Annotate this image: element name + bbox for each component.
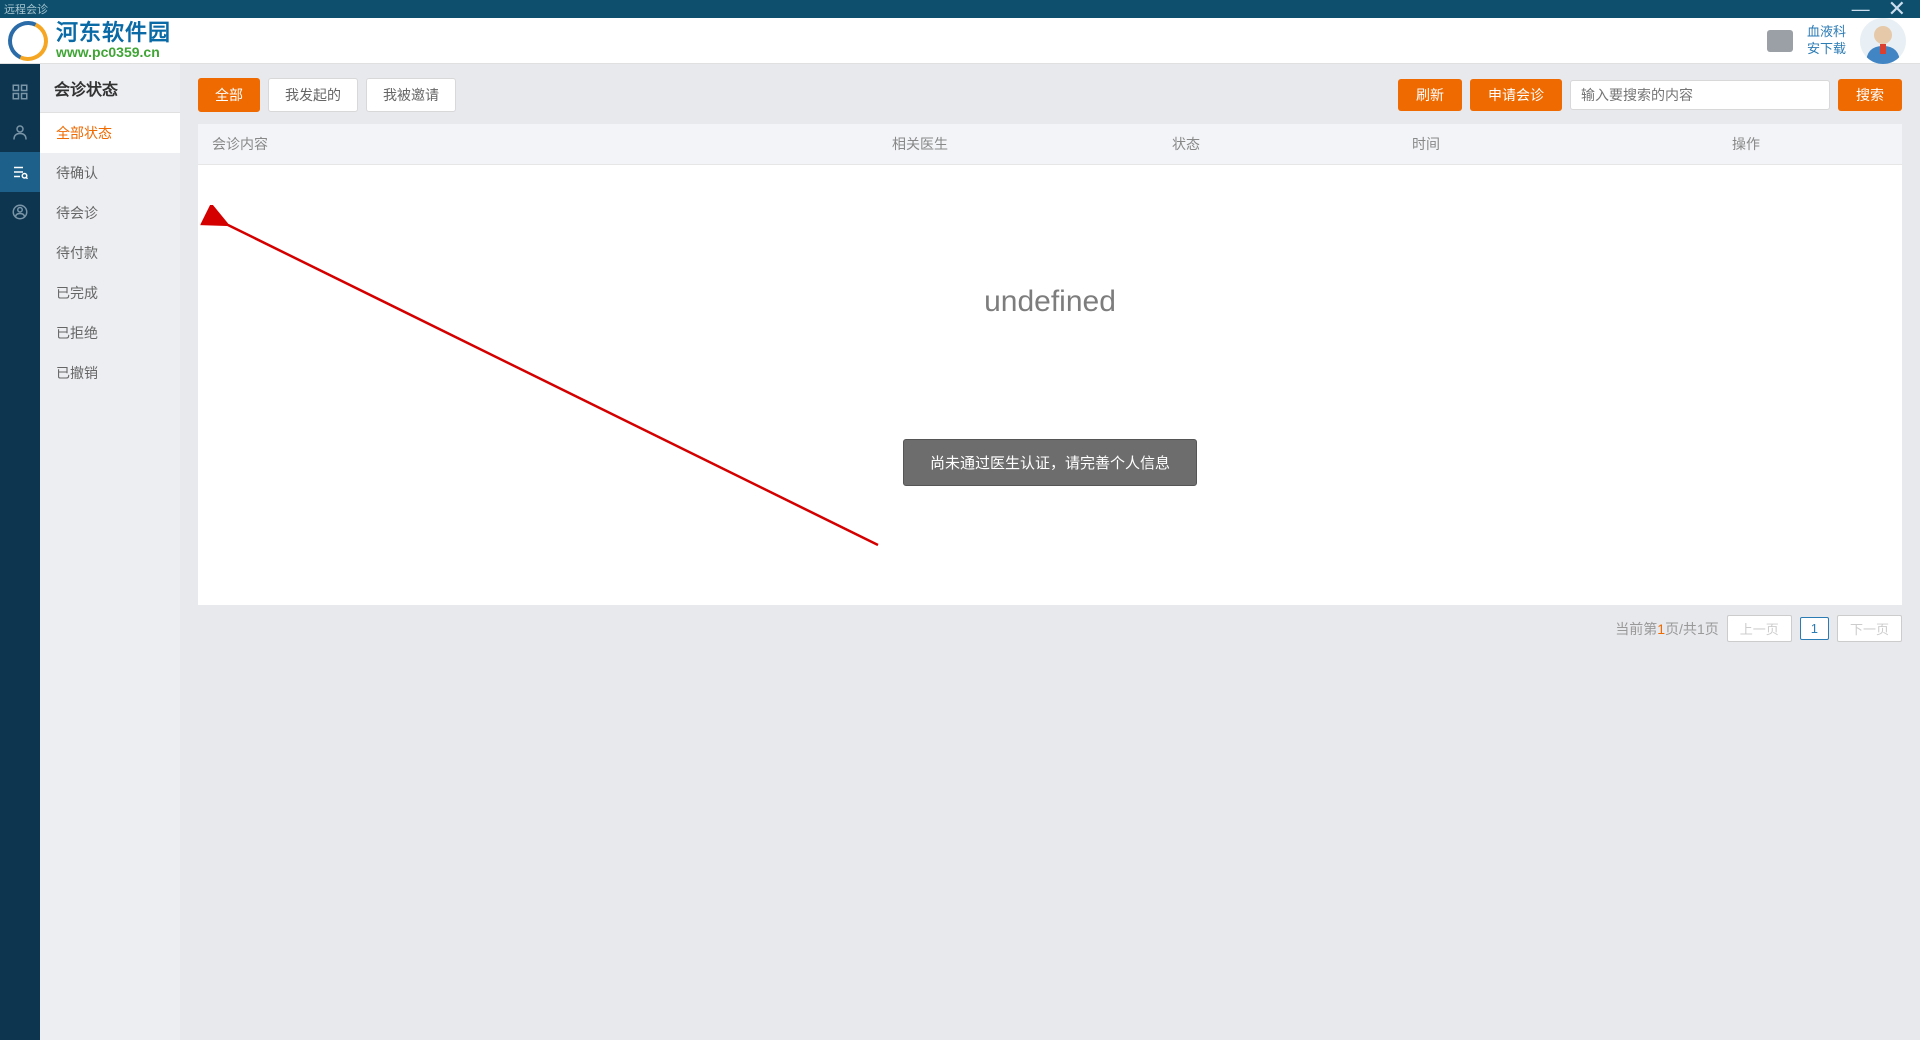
close-icon[interactable]: ✕ (1888, 1, 1906, 17)
user-name: 安下载 (1807, 41, 1846, 58)
tab-mine[interactable]: 我发起的 (268, 78, 358, 112)
apply-button[interactable]: 申请会诊 (1470, 79, 1562, 111)
user-info[interactable]: 血液科 安下载 (1807, 24, 1846, 58)
titlebar: 远程会诊 — ✕ (0, 0, 1920, 18)
nav-doctor[interactable] (0, 112, 40, 152)
table-body: undefined 尚未通过医生认证，请完善个人信息 (198, 165, 1902, 605)
window-title: 远程会诊 (4, 1, 48, 17)
refresh-button[interactable]: 刷新 (1398, 79, 1462, 111)
page-prev[interactable]: 上一页 (1727, 615, 1792, 642)
minimize-icon[interactable]: — (1852, 1, 1870, 17)
sidebar-item-all[interactable]: 全部状态 (40, 113, 180, 153)
page-next[interactable]: 下一页 (1837, 615, 1902, 642)
nav-dashboard[interactable] (0, 72, 40, 112)
logo-text-en: www.pc0359.cn (56, 45, 171, 60)
user-dept: 血液科 (1807, 24, 1846, 41)
sidebar-item-pending-consult[interactable]: 待会诊 (40, 193, 180, 233)
nav-rail: ▸ (0, 64, 40, 1040)
nav-profile[interactable] (0, 192, 40, 232)
sidebar-title: 会诊状态 (40, 64, 180, 113)
chat-icon[interactable] (1767, 30, 1793, 52)
logo: 河东软件园 www.pc0359.cn (0, 19, 171, 63)
tab-invited[interactable]: 我被邀请 (366, 78, 456, 112)
sidebar-item-pending-pay[interactable]: 待付款 (40, 233, 180, 273)
main: 全部 我发起的 我被邀请 刷新 申请会诊 搜索 会诊内容 相关医生 状态 时间 … (180, 64, 1920, 1040)
sidebar: 会诊状态 全部状态 待确认 待会诊 待付款 已完成 已拒绝 已撤销 (40, 64, 180, 1040)
empty-undefined: undefined (984, 285, 1116, 319)
sidebar-item-cancelled[interactable]: 已撤销 (40, 353, 180, 393)
col-doctor: 相关医生 (892, 134, 1172, 154)
logo-text-cn: 河东软件园 (56, 21, 171, 45)
search-input[interactable] (1570, 80, 1830, 110)
sidebar-item-completed[interactable]: 已完成 (40, 273, 180, 313)
nav-consult[interactable] (0, 152, 40, 192)
avatar[interactable] (1860, 18, 1906, 64)
header: 河东软件园 www.pc0359.cn 血液科 安下载 (0, 18, 1920, 64)
table-header: 会诊内容 相关医生 状态 时间 操作 (198, 124, 1902, 165)
verification-alert[interactable]: 尚未通过医生认证，请完善个人信息 (903, 439, 1197, 486)
toolbar: 全部 我发起的 我被邀请 刷新 申请会诊 搜索 (198, 78, 1902, 112)
search-button[interactable]: 搜索 (1838, 79, 1902, 111)
sidebar-item-pending-confirm[interactable]: 待确认 (40, 153, 180, 193)
page-1[interactable]: 1 (1800, 617, 1829, 640)
col-content: 会诊内容 (212, 134, 892, 154)
col-status: 状态 (1172, 134, 1412, 154)
tab-all[interactable]: 全部 (198, 78, 260, 112)
pagination: 当前第1页/共1页 上一页 1 下一页 (198, 615, 1902, 642)
col-action: 操作 (1732, 134, 1888, 154)
col-time: 时间 (1412, 134, 1732, 154)
annotation-arrow (198, 205, 898, 565)
logo-icon (6, 19, 50, 63)
page-info: 当前第1页/共1页 (1615, 619, 1718, 639)
sidebar-item-rejected[interactable]: 已拒绝 (40, 313, 180, 353)
window-controls: — ✕ (1852, 1, 1920, 17)
